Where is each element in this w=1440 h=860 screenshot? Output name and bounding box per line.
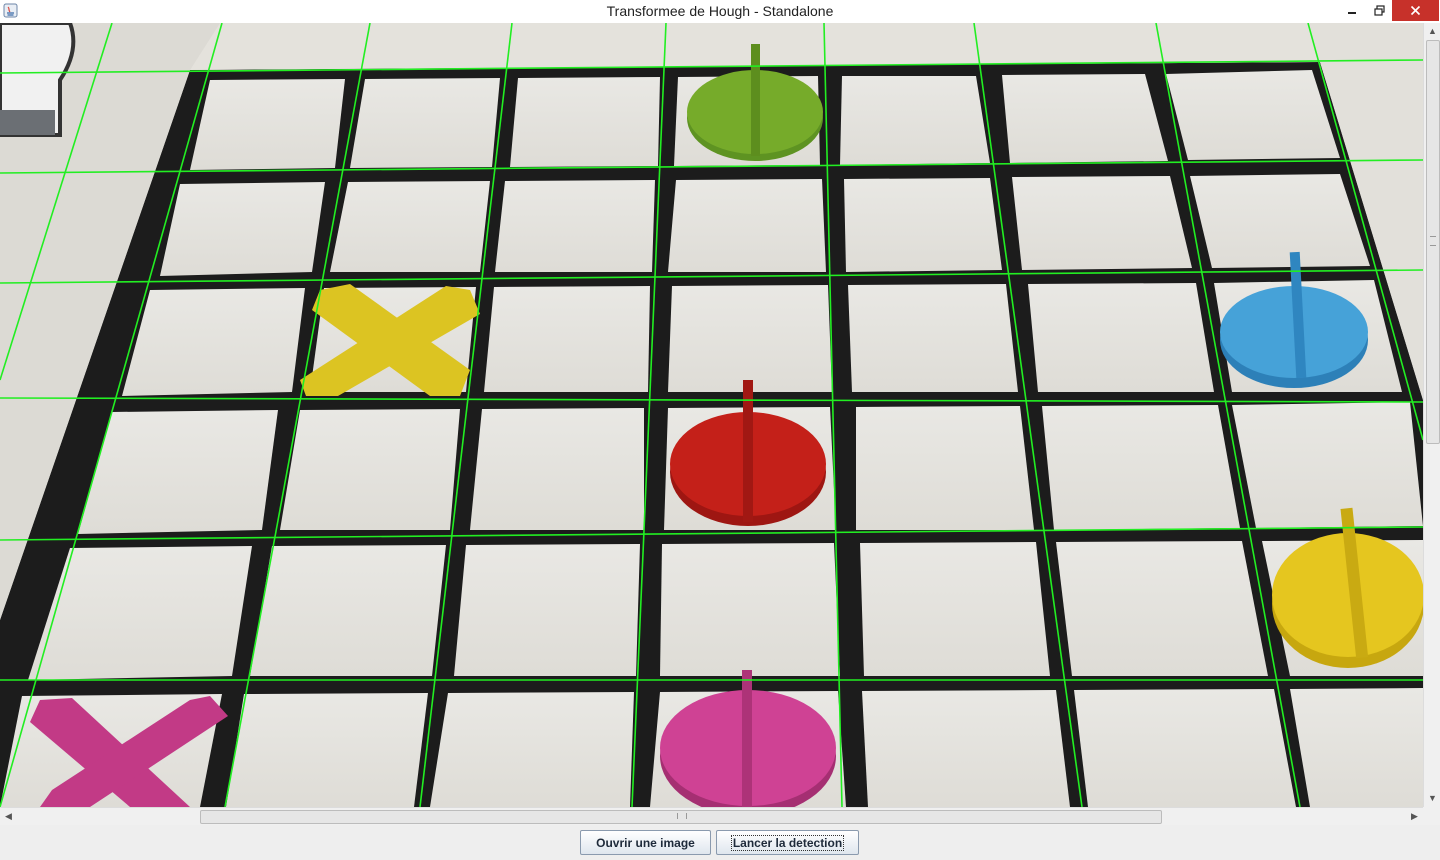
start-detection-button[interactable]: Lancer la detection [716,830,859,855]
board-photo [0,23,1423,807]
minimize-icon [1348,11,1356,14]
start-detection-label: Lancer la detection [730,834,845,851]
button-bar: Ouvrir une image Lancer la detection [0,825,1440,860]
minimize-button[interactable] [1338,0,1366,21]
scroll-down-icon[interactable]: ▼ [1424,790,1440,807]
close-icon [1410,5,1421,16]
horizontal-scrollbar[interactable]: ◀ ▶ [0,807,1423,825]
open-image-button[interactable]: Ouvrir une image [580,830,711,855]
restore-button[interactable] [1366,0,1392,21]
vertical-scrollbar[interactable]: ▲ ▼ [1423,23,1440,807]
horizontal-scroll-thumb[interactable] [200,810,1162,824]
robot-plate [0,110,55,135]
open-image-label: Ouvrir une image [596,835,695,850]
vertical-scroll-thumb[interactable] [1426,40,1440,444]
restore-icon [1373,5,1385,16]
close-button[interactable] [1392,0,1439,21]
grip-icon [1430,236,1436,246]
scroll-right-icon[interactable]: ▶ [1406,808,1423,825]
window-title: Transformee de Hough - Standalone [606,3,834,19]
grip-icon [677,813,687,819]
scroll-left-icon[interactable]: ◀ [0,808,17,825]
scrollbar-corner [1423,807,1440,824]
image-viewport[interactable] [0,23,1423,807]
title-bar: Transformee de Hough - Standalone [0,0,1440,24]
scroll-up-icon[interactable]: ▲ [1424,23,1440,40]
